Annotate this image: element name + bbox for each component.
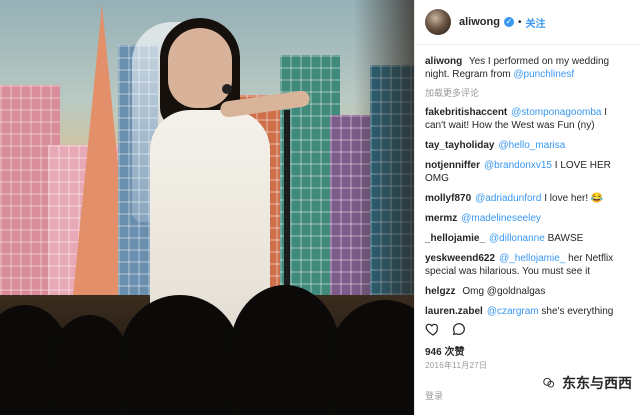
instagram-post: aliwong ✓ • 关注 aliwong Yes I performed o… [0, 0, 640, 415]
watermark: 东东与西西 [542, 373, 632, 393]
comment-mention[interactable]: @czargram [487, 306, 539, 317]
post-sidebar: aliwong ✓ • 关注 aliwong Yes I performed o… [414, 0, 640, 415]
caption-username[interactable]: aliwong [425, 56, 462, 67]
username[interactable]: aliwong [459, 16, 500, 28]
comment-username[interactable]: yeskweend622 [425, 253, 495, 264]
wechat-logo-icon [543, 377, 555, 388]
caption: aliwong Yes I performed on my wedding ni… [425, 55, 630, 81]
comment-mention[interactable]: @stomponagoomba [511, 107, 601, 118]
load-more-comments[interactable]: 加载更多评论 [425, 86, 630, 99]
comment-row: _hellojamie_ @dillonanne BAWSE [425, 232, 630, 245]
post-header: aliwong ✓ • 关注 [415, 0, 640, 45]
comment-row: mollyf870 @adriadunford I love her! 😂 [425, 192, 630, 205]
comment-mention[interactable]: @madelineseeley [461, 213, 541, 224]
comment-mention[interactable]: @hello_marisa [498, 140, 565, 151]
comment-username[interactable]: lauren.zabel [425, 306, 483, 317]
post-actions [425, 321, 467, 337]
comment-text: BAWSE [547, 233, 584, 244]
comment-username[interactable]: notjenniffer [425, 160, 480, 171]
caption-mention[interactable]: @punchlinesf [513, 69, 574, 80]
comment-mention[interactable]: @_hellojamie_ [499, 253, 565, 264]
comment-username[interactable]: mermz [425, 213, 457, 224]
audience-head [230, 285, 340, 415]
audience-head [50, 315, 130, 415]
follow-button[interactable]: 关注 [525, 15, 545, 30]
comment-text: I love her! 😂 [544, 193, 604, 204]
comment-username[interactable]: fakebritishaccent [425, 107, 507, 118]
microphone-icon [222, 84, 232, 94]
audience-head [120, 295, 240, 415]
comment-row: lauren.zabel @czargram she's everything [425, 305, 630, 318]
comment-text: she's everything [541, 306, 614, 317]
avatar[interactable] [425, 9, 451, 35]
comment-mention[interactable]: @brandonxv15 [484, 160, 552, 171]
comment-username[interactable]: tay_tayholiday [425, 140, 494, 151]
comment-text: Omg @goldnalgas [462, 286, 546, 297]
comment-row: mermz @madelineseeley [425, 212, 630, 225]
comment-username[interactable]: _hellojamie_ [425, 233, 485, 244]
comment-row: yeskweend622 @_hellojamie_ her Netflix sp… [425, 252, 630, 278]
heart-icon[interactable] [425, 321, 441, 337]
comment-username[interactable]: mollyf870 [425, 193, 471, 204]
comment-mention[interactable]: @dillonanne [489, 233, 545, 244]
separator-dot: • [517, 16, 522, 28]
comment-row: fakebritishaccent @stomponagoomba I can't… [425, 106, 630, 132]
comment-row: helgzz Omg @goldnalgas [425, 285, 630, 298]
verified-badge-icon: ✓ [503, 17, 514, 27]
performer-head [168, 28, 232, 108]
post-date: 2016年11月27日 [425, 361, 488, 370]
post-photo [0, 0, 414, 415]
comment-username[interactable]: helgzz [425, 286, 456, 297]
watermark-text: 东东与西西 [562, 375, 632, 391]
comments-list: aliwong Yes I performed on my wedding ni… [415, 45, 640, 325]
comment-row: notjenniffer @brandonxv15 I LOVE HER OMG [425, 159, 630, 185]
login-link[interactable]: 登录 [425, 389, 443, 402]
comment-mention[interactable]: @adriadunford [475, 193, 541, 204]
mic-stand [284, 110, 290, 310]
comment-row: tay_tayholiday @hello_marisa [425, 139, 630, 152]
likes-count[interactable]: 946 次赞 [425, 343, 464, 358]
comment-icon[interactable] [451, 321, 467, 337]
comment-container: fakebritishaccent @stomponagoomba I can't… [425, 106, 630, 325]
